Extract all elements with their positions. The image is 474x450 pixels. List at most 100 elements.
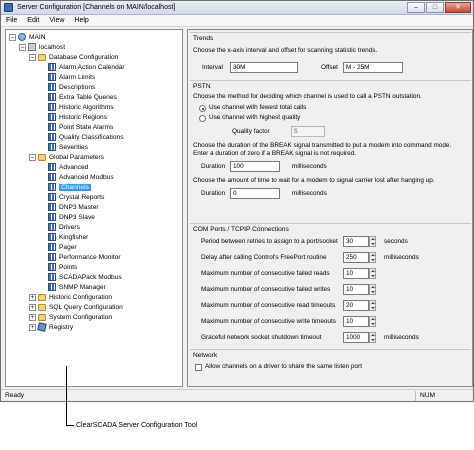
tree-item-global[interactable]: Performance Monitor	[48, 252, 121, 262]
tree-item-db[interactable]: Quality Classifications	[48, 132, 124, 142]
trends-description: Choose the x-axis interval and offset fo…	[193, 47, 378, 54]
freeport-delay-field[interactable]: 250	[343, 252, 369, 263]
tree-item-global[interactable]: SCADAPack Modbus	[48, 272, 122, 282]
interval-field[interactable]: 30M	[230, 62, 298, 73]
break-duration-unit: milliseconds	[292, 163, 327, 170]
com-row-label: Maximum number of consecutive failed rea…	[201, 270, 330, 277]
tree-item-db[interactable]: Severities	[48, 142, 88, 152]
retry-period-field[interactable]: 30	[343, 236, 369, 247]
grid-icon	[48, 123, 56, 131]
tree-item-registry[interactable]: + Registry	[29, 322, 73, 332]
collapse-toggle[interactable]: −	[9, 33, 16, 41]
tree-item-global-parameters[interactable]: − Global Parameters	[29, 152, 104, 162]
expand-toggle[interactable]: +	[29, 313, 36, 321]
fewest-calls-radio[interactable]	[199, 105, 206, 112]
break-duration-label: Duration	[201, 163, 226, 170]
tree-item-db[interactable]: Alarm Limits	[48, 72, 95, 82]
grid-icon	[48, 93, 56, 101]
grid-icon	[48, 113, 56, 121]
tree-item-global[interactable]: Crystal Reports	[48, 192, 104, 202]
minimize-button[interactable]: –	[407, 1, 425, 13]
failed-writes-spinner[interactable]	[369, 284, 376, 295]
com-row-label: Period between retries to assign to a po…	[201, 238, 338, 245]
tree-item-historic-configuration[interactable]: + Historic Configuration	[29, 292, 112, 302]
tree-item-global[interactable]: Advanced Modbus	[48, 172, 114, 182]
network-icon	[18, 33, 26, 41]
expand-toggle[interactable]: +	[29, 293, 36, 301]
write-timeouts-field[interactable]: 10	[343, 316, 369, 327]
pstn-title: PSTN	[193, 83, 211, 90]
tree-item-main[interactable]: − MAIN	[9, 32, 45, 42]
close-button[interactable]: ✕	[445, 1, 471, 13]
title-bar: Server Configuration [Channels on MAIN/l…	[1, 1, 473, 15]
freeport-delay-spinner[interactable]	[369, 252, 376, 263]
collapse-toggle[interactable]: −	[29, 53, 36, 61]
tree-item-global[interactable]: DNP3 Master	[48, 202, 99, 212]
menu-bar: File Edit View Help	[1, 15, 473, 27]
com-row-label: Graceful network socket shutdown timeout	[201, 334, 322, 341]
tree-item-global[interactable]: Kingfisher	[48, 232, 88, 242]
highest-quality-label: Use channel with highest quality	[209, 114, 301, 121]
read-timeouts-spinner[interactable]	[369, 300, 376, 311]
quality-factor-field[interactable]: 5	[291, 126, 325, 137]
tree-item-global[interactable]: Pager	[48, 242, 77, 252]
grid-icon	[48, 173, 56, 181]
grid-icon	[48, 253, 56, 261]
pstn-group: PSTN Choose the method for deciding whic…	[190, 80, 471, 224]
folder-icon	[38, 53, 46, 61]
failed-reads-field[interactable]: 10	[343, 268, 369, 279]
trends-title: Trends	[193, 35, 214, 42]
maximize-button[interactable]: □	[426, 1, 444, 13]
tree-item-global[interactable]: DNP3 Slave	[48, 212, 95, 222]
offset-field[interactable]: M - 25M	[343, 62, 403, 73]
interval-label: Interval	[202, 64, 223, 71]
callout-line-horizontal	[66, 425, 74, 426]
menu-help[interactable]: Help	[69, 17, 93, 24]
tree-item-global[interactable]: Points	[48, 262, 77, 272]
com-row-label: Maximum number of consecutive failed wri…	[201, 286, 331, 293]
tree-item-system-configuration[interactable]: + System Configuration	[29, 312, 112, 322]
menu-file[interactable]: File	[1, 17, 22, 24]
carrier-duration-label: Duration	[201, 190, 226, 197]
break-duration-field[interactable]: 100	[230, 161, 280, 172]
tree-item-db[interactable]: Point State Alarms	[48, 122, 113, 132]
tree-item-global[interactable]: Drivers	[48, 222, 80, 232]
carrier-duration-unit: milliseconds	[292, 190, 327, 197]
failed-writes-field[interactable]: 10	[343, 284, 369, 295]
grid-icon	[48, 73, 56, 81]
expand-toggle[interactable]: +	[29, 323, 36, 331]
share-listen-port-checkbox[interactable]	[195, 364, 202, 371]
tree-item-db[interactable]: Historic Regions	[48, 112, 107, 122]
tree-item-channels[interactable]: Channels	[48, 182, 91, 192]
tree-item-global[interactable]: SNMP Manager	[48, 282, 106, 292]
retry-period-spinner[interactable]	[369, 236, 376, 247]
status-num: NUM	[415, 391, 451, 401]
tree-item-db[interactable]: Alarm Action Calendar	[48, 62, 125, 72]
grid-icon	[48, 233, 56, 241]
collapse-toggle[interactable]: −	[19, 43, 26, 51]
failed-reads-spinner[interactable]	[369, 268, 376, 279]
shutdown-timeout-spinner[interactable]	[369, 332, 376, 343]
carrier-description: Choose the amount of time to wait for a …	[193, 177, 435, 184]
tree-item-sql-query-configuration[interactable]: + SQL Query Configuration	[29, 302, 123, 312]
shutdown-timeout-field[interactable]: 1000	[343, 332, 369, 343]
tree-item-localhost[interactable]: − localhost	[19, 42, 65, 52]
tree-item-database-configuration[interactable]: − Database Configuration	[29, 52, 118, 62]
menu-view[interactable]: View	[44, 17, 69, 24]
tree-item-db[interactable]: Descriptions	[48, 82, 95, 92]
collapse-toggle[interactable]: −	[29, 153, 36, 161]
network-group: Network Allow channels on a driver to sh…	[190, 349, 471, 385]
read-timeouts-field[interactable]: 20	[343, 300, 369, 311]
highest-quality-radio[interactable]	[199, 115, 206, 122]
tree-item-db[interactable]: Extra Table Queries	[48, 92, 117, 102]
write-timeouts-spinner[interactable]	[369, 316, 376, 327]
tree-item-global[interactable]: Advanced	[48, 162, 88, 172]
callout-line-vertical	[66, 366, 67, 425]
carrier-duration-field[interactable]: 0	[230, 188, 280, 199]
window-title: Server Configuration [Channels on MAIN/l…	[17, 4, 176, 11]
grid-icon	[48, 283, 56, 291]
menu-edit[interactable]: Edit	[22, 17, 44, 24]
tree-item-db[interactable]: Historic Algorithms	[48, 102, 114, 112]
expand-toggle[interactable]: +	[29, 303, 36, 311]
configuration-tree[interactable]: − MAIN − localhost − Database Configurat…	[5, 29, 183, 387]
